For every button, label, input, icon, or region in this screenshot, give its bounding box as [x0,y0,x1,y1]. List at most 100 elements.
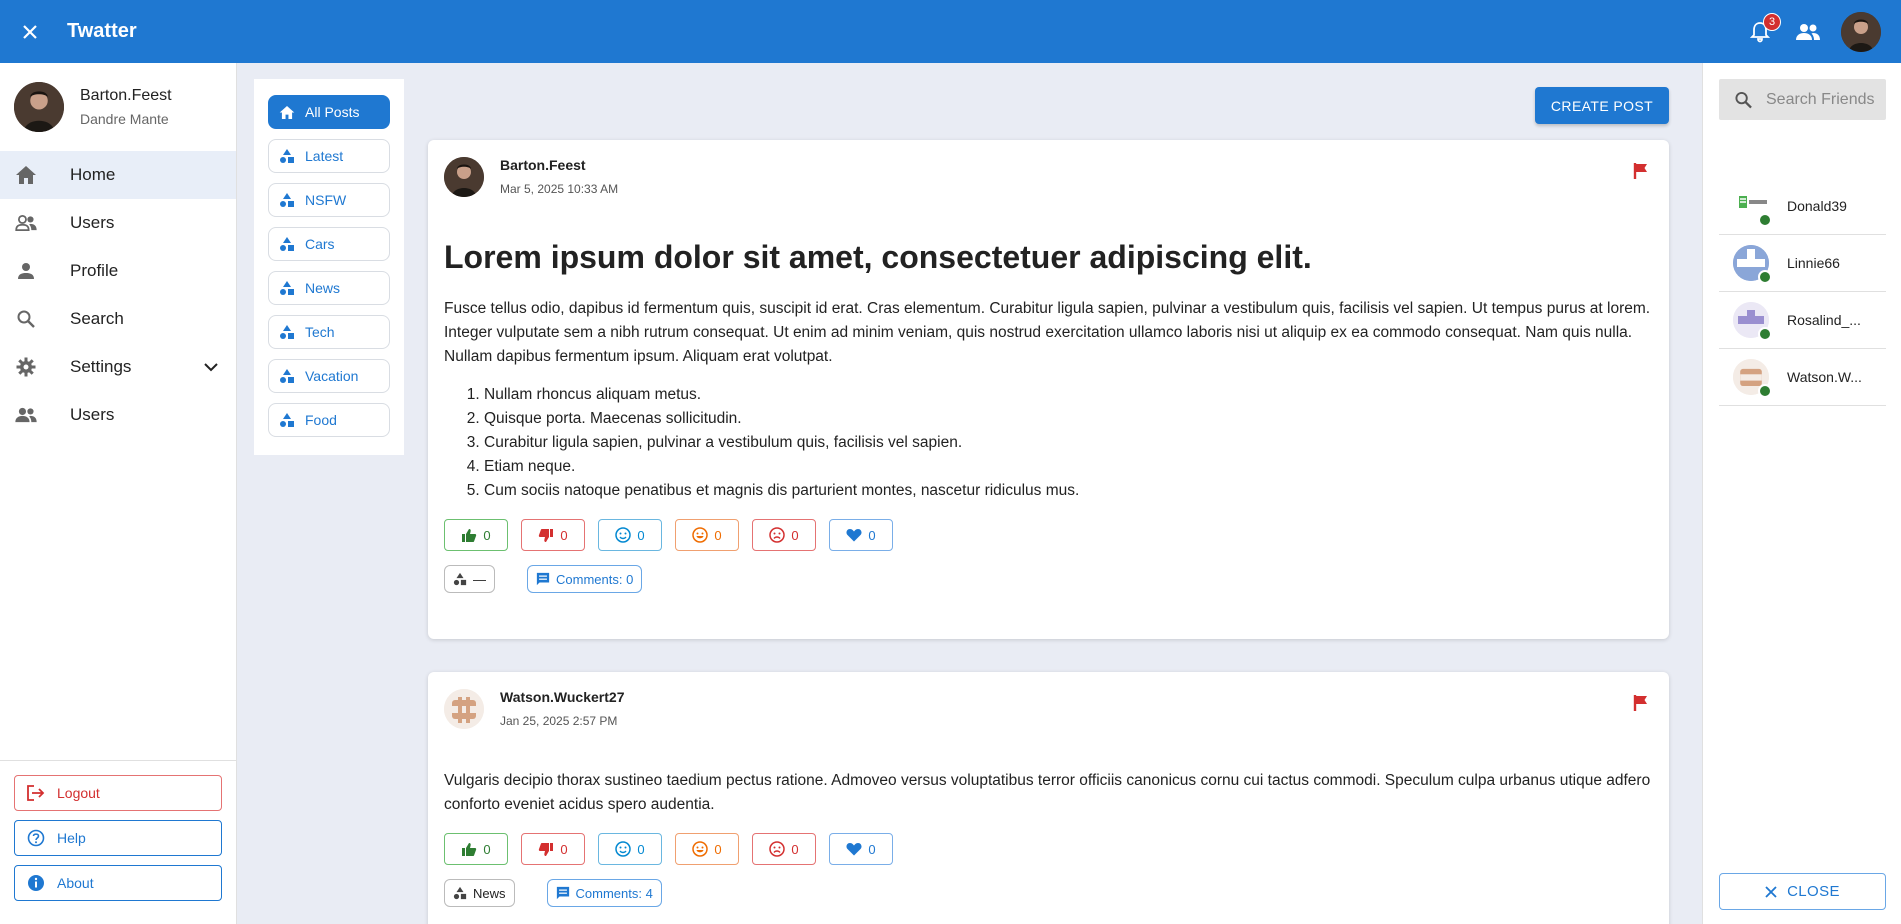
neutral-button[interactable]: 0 [598,519,662,551]
close-panel-button[interactable]: CLOSE [1719,873,1886,910]
nav-item-search[interactable]: Search [0,295,236,343]
sad-button[interactable]: 0 [752,519,816,551]
comments-button[interactable]: Comments: 0 [527,565,643,593]
nav-item-label: Home [70,165,116,184]
friend-item[interactable]: Linnie66 [1719,235,1886,292]
like-button[interactable]: 0 [444,833,508,865]
dislike-button[interactable]: 0 [521,833,585,865]
happy-button[interactable]: 0 [675,833,739,865]
post-author-avatar[interactable] [444,157,484,197]
comments-button[interactable]: Comments: 4 [546,879,662,907]
help-button[interactable]: Help [14,820,222,856]
list-item: Etiam neque. [484,455,1653,479]
category-tech[interactable]: Tech [268,315,390,349]
happy-button[interactable]: 0 [675,519,739,551]
close-label: CLOSE [1787,883,1840,900]
like-count: 0 [483,527,491,543]
help-icon [27,829,45,847]
nav-item-home[interactable]: Home [0,151,236,199]
category-food[interactable]: Food [268,403,390,437]
happy-count: 0 [714,841,722,857]
friend-item[interactable]: Rosalind_... [1719,292,1886,349]
friend-search-input[interactable] [1766,90,1886,109]
category-nsfw[interactable]: NSFW [268,183,390,217]
search-icon [14,307,38,331]
category-filter: All Posts Latest NSFW Cars News Tech Vac… [254,79,404,455]
post-date: Jan 25, 2025 2:57 PM [500,714,618,728]
help-label: Help [57,830,86,846]
comments-count: Comments: 4 [575,885,653,901]
love-button[interactable]: 0 [829,519,893,551]
nav-item-settings[interactable]: Settings [0,343,236,391]
frown-icon [769,527,786,543]
category-label: All Posts [305,104,360,120]
user-profile[interactable]: Barton.Feest Dandre Mante [0,63,236,151]
avatar-image [444,157,484,197]
report-flag-icon[interactable] [1633,694,1649,717]
friend-avatar [1733,245,1772,284]
friend-search[interactable] [1719,79,1886,120]
logout-icon [27,784,45,802]
category-all-posts[interactable]: All Posts [268,95,390,129]
nav-item-users-2[interactable]: Users [0,391,236,439]
post-author-avatar[interactable] [444,689,484,729]
friends-toggle-button[interactable] [1793,17,1823,47]
category-latest[interactable]: Latest [268,139,390,173]
home-icon [278,103,296,121]
friend-name: Watson.W... [1787,369,1862,385]
users-icon [1796,23,1820,40]
thumbs-up-icon [462,842,477,856]
close-drawer-button[interactable] [15,17,45,47]
nav-item-users[interactable]: Users [0,199,236,247]
happy-count: 0 [714,527,722,543]
about-button[interactable]: About [14,865,222,901]
account-avatar[interactable] [1841,11,1881,52]
love-button[interactable]: 0 [829,833,893,865]
post-body: Fusce tellus odio, dapibus id fermentum … [444,300,1651,365]
thumbs-down-icon [539,528,554,542]
laugh-icon [692,841,709,857]
app-title: Twatter [67,20,137,42]
post-author[interactable]: Watson.Wuckert27 [500,689,624,705]
person-icon [14,259,38,283]
nav-item-label: Profile [70,261,119,280]
like-button[interactable]: 0 [444,519,508,551]
create-post-button[interactable]: CREATE POST [1535,87,1669,124]
shapes-icon [278,191,296,209]
sad-button[interactable]: 0 [752,833,816,865]
report-flag-icon[interactable] [1633,162,1649,185]
app-bar: Twatter 3 [0,0,1901,63]
post-title: Lorem ipsum dolor sit amet, consectetuer… [444,239,1312,275]
users-icon [14,211,38,235]
friend-name: Rosalind_... [1787,312,1861,328]
nav-item-label: Users [70,405,115,424]
neutral-button[interactable]: 0 [598,833,662,865]
post-category-chip[interactable]: News [444,879,515,907]
home-icon [14,163,38,187]
friend-avatar [1733,302,1772,341]
comments-count: Comments: 0 [556,571,634,587]
profile-fullname: Dandre Mante [80,111,169,127]
search-icon [1735,91,1752,108]
heart-icon [846,529,862,542]
category-vacation[interactable]: Vacation [268,359,390,393]
list-item: Nullam rhoncus aliquam metus. [484,383,1653,407]
close-icon [23,24,37,39]
list-item: Quisque porta. Maecenas sollicitudin. [484,407,1653,431]
friend-item[interactable]: Watson.W... [1719,349,1886,406]
post-author[interactable]: Barton.Feest [500,157,618,173]
category-cars[interactable]: Cars [268,227,390,261]
online-status-indicator [1758,384,1772,398]
logout-button[interactable]: Logout [14,775,222,811]
notifications-button[interactable]: 3 [1745,12,1781,47]
about-label: About [57,875,94,891]
nav-item-profile[interactable]: Profile [0,247,236,295]
gear-icon [14,355,38,379]
friend-name: Donald39 [1787,198,1847,214]
comment-icon [556,886,569,900]
reaction-bar: 0 0 0 0 0 0 [444,519,1653,551]
post-body: Vulgaris decipio thorax sustineo taedium… [444,772,1651,813]
category-news[interactable]: News [268,271,390,305]
dislike-button[interactable]: 0 [521,519,585,551]
friend-item[interactable]: Donald39 [1719,178,1886,235]
